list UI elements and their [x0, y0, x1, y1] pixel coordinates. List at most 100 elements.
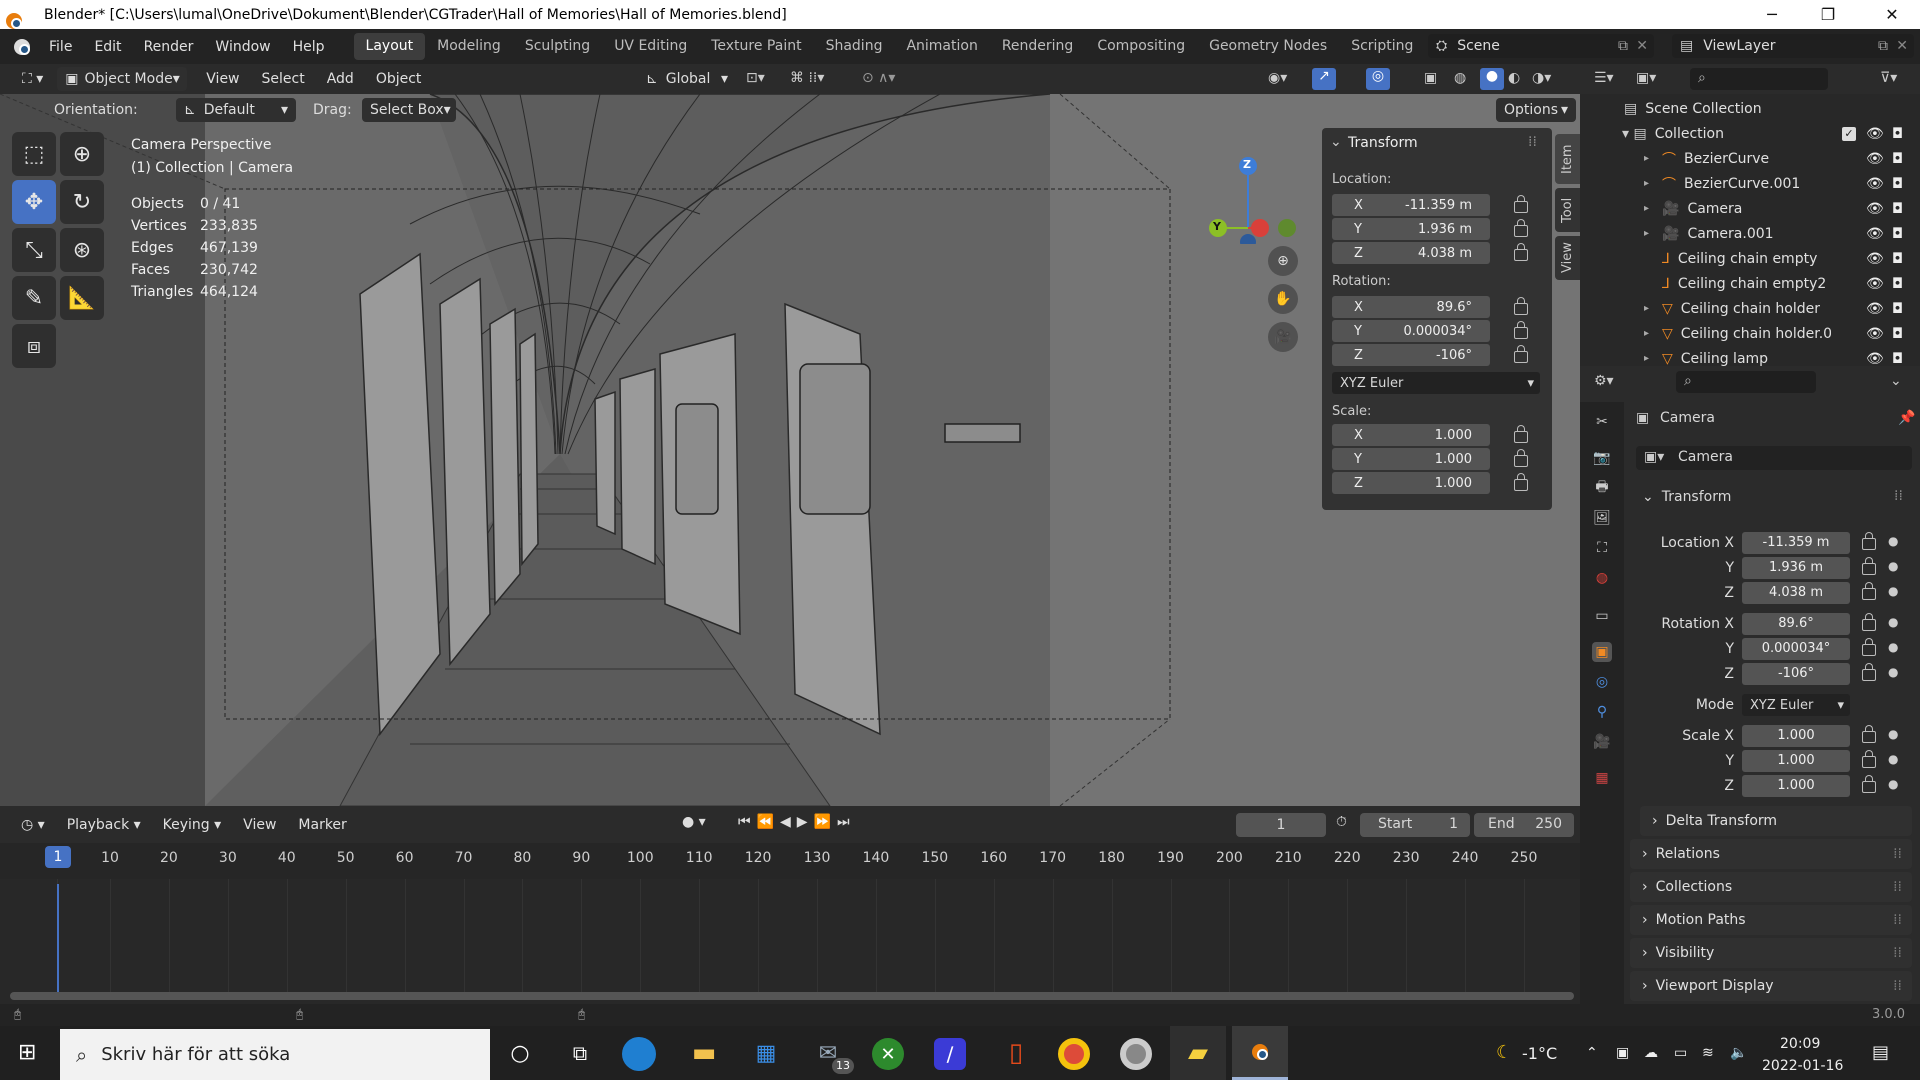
menu-help[interactable]: Help — [282, 39, 336, 55]
subsection-delta-transform[interactable]: › Delta Transform — [1640, 806, 1912, 836]
current-frame-field[interactable]: 1 — [1236, 813, 1326, 837]
outliner[interactable]: ☰▾ ▣▾ ⌕ ⊽▾ ▤ Scene Collection ▾ ▤ Collec… — [1580, 64, 1920, 367]
menu-render[interactable]: Render — [133, 39, 205, 55]
tab-geometry-nodes[interactable]: Geometry Nodes — [1197, 33, 1339, 60]
outliner-item[interactable]: ▸ ▽ Ceiling chain holder.00 👁 ◘ — [1580, 321, 1920, 346]
expand-arrow-icon[interactable]: ▸ — [1644, 328, 1658, 339]
tab-shading[interactable]: Shading — [814, 33, 895, 60]
sticky-notes-icon[interactable]: ▰ — [1170, 1026, 1226, 1080]
lock-icon[interactable] — [1514, 297, 1528, 315]
transform-tool[interactable]: ⊛ — [60, 228, 104, 272]
taskbar-search-box[interactable]: ⌕ Skriv här för att söka — [60, 1029, 490, 1080]
lock-icon[interactable] — [1514, 473, 1528, 491]
lock-icon[interactable] — [1514, 321, 1528, 339]
view-layer-tab-icon[interactable]: 🖼 — [1592, 508, 1612, 528]
keyframe-dot-icon[interactable]: ● — [1888, 559, 1898, 573]
end-frame-field[interactable]: End 250 — [1474, 813, 1574, 837]
blender-taskbar-icon[interactable] — [1232, 1026, 1288, 1080]
timeline-scrollbar[interactable] — [10, 992, 1574, 1000]
scale-x-field[interactable]: X 1.000 — [1332, 424, 1490, 446]
eye-icon[interactable]: 👁 — [1866, 226, 1884, 242]
wifi-icon[interactable]: ≋ — [1702, 1045, 1714, 1061]
tab-modeling[interactable]: Modeling — [425, 33, 513, 60]
drag-handle-icon[interactable]: ⁞⁞ — [1893, 879, 1902, 895]
remove-scene-icon[interactable]: ✕ — [1636, 38, 1648, 54]
outliner-editor-type-icon[interactable]: ☰▾ — [1594, 70, 1614, 86]
microsoft-store-icon[interactable]: ▦ — [746, 1033, 786, 1073]
prop-rotation-mode-dropdown[interactable]: XYZ Euler ▾ — [1742, 694, 1850, 716]
measure-tool[interactable]: 📐 — [60, 276, 104, 320]
office-icon[interactable]: ▯ — [996, 1033, 1036, 1073]
start-frame-field[interactable]: Start 1 — [1360, 813, 1470, 837]
select-box-tool[interactable]: ⬚ — [12, 132, 56, 176]
constraints-tab-icon[interactable]: ⚲ — [1592, 702, 1612, 722]
menu-edit[interactable]: Edit — [83, 39, 132, 55]
outliner-collection[interactable]: ▾ ▤ Collection ✓ 👁 ◘ — [1580, 121, 1920, 146]
location-z-field[interactable]: Z 4.038 m — [1332, 242, 1490, 264]
lock-icon[interactable] — [1514, 345, 1528, 363]
lock-icon[interactable] — [1862, 663, 1876, 681]
object-datablock-field[interactable]: ▣▾ Camera — [1636, 446, 1912, 470]
eye-icon[interactable]: 👁 — [1866, 201, 1884, 217]
tab-layout[interactable]: Layout — [353, 33, 426, 60]
volume-icon[interactable]: 🔈 — [1730, 1045, 1747, 1061]
properties-editor-type-icon[interactable]: ⚙▾ — [1594, 373, 1614, 389]
temperature[interactable]: -1°C — [1522, 1044, 1557, 1063]
prop-scale-z[interactable]: 1.000 — [1742, 775, 1850, 797]
physics-tab-icon[interactable]: ◎ — [1592, 672, 1612, 692]
add-cube-tool[interactable]: ⧈ — [12, 324, 56, 368]
rendered-shading-icon[interactable]: ◑▾ — [1532, 70, 1551, 86]
viewport-menu-view[interactable]: View — [195, 71, 250, 87]
lock-icon[interactable] — [1862, 613, 1876, 631]
render-camera-icon[interactable]: ◘ — [1892, 201, 1903, 217]
prop-scale-y[interactable]: 1.000 — [1742, 750, 1850, 772]
device-icon[interactable]: ▣ — [1616, 1045, 1629, 1061]
lock-icon[interactable] — [1862, 725, 1876, 743]
eye-icon[interactable]: 👁 — [1866, 301, 1884, 317]
eye-icon[interactable]: 👁 — [1866, 351, 1884, 367]
timeline-menu-marker[interactable]: Marker — [287, 817, 357, 833]
timer-icon[interactable]: ⏱ — [1336, 814, 1347, 830]
prop-location-y[interactable]: 1.936 m — [1742, 557, 1850, 579]
file-explorer-icon[interactable]: ▬ — [684, 1033, 724, 1073]
exclude-checkbox[interactable]: ✓ — [1842, 126, 1856, 141]
lock-icon[interactable] — [1862, 557, 1876, 575]
location-y-field[interactable]: Y 1.936 m — [1332, 218, 1490, 240]
lock-icon[interactable] — [1862, 638, 1876, 656]
tab-compositing[interactable]: Compositing — [1085, 33, 1197, 60]
keyframe-dot-icon[interactable]: ● — [1888, 752, 1898, 766]
timeline-editor-type-icon[interactable]: ◷ ▾ — [10, 817, 56, 833]
drag-handle-icon[interactable]: ⁞⁞ — [1528, 134, 1537, 150]
drag-handle-icon[interactable]: ⁞⁞ — [1893, 846, 1902, 862]
outliner-item[interactable]: ▸ ⌒ BezierCurve.001 👁 ◘ — [1580, 171, 1920, 196]
chrome-profile-icon[interactable] — [1120, 1038, 1152, 1070]
orientation-dropdown[interactable]: ⊾ Default ▾ — [176, 98, 296, 122]
render-camera-icon[interactable]: ◘ — [1892, 301, 1903, 317]
tab-texture-paint[interactable]: Texture Paint — [699, 33, 813, 60]
lock-icon[interactable] — [1514, 243, 1528, 261]
transform-section-header[interactable]: ⌄ Transform — [1630, 482, 1912, 512]
clock-date[interactable]: 2022-01-16 — [1762, 1058, 1843, 1074]
chrome-icon[interactable] — [1058, 1038, 1090, 1070]
outliner-search-input[interactable]: ⌕ — [1690, 68, 1828, 90]
expand-arrow-icon[interactable]: ▸ — [1644, 203, 1658, 214]
timeline-editor[interactable]: ◷ ▾ Playback ▾ Keying ▾ View Marker ● ▾ … — [0, 806, 1580, 1014]
editor-type-button[interactable]: ⛶ ▾ — [14, 67, 51, 91]
solid-shading-icon[interactable]: ● — [1480, 68, 1504, 90]
properties-editor[interactable]: ⚙▾ ⌕ ⌄ ✂ 📷 🖶 🖼 ⛶ ◍ ▭ ▣ ◎ ⚲ 🎥 ▦ ▣ Camera … — [1580, 366, 1920, 1014]
location-x-field[interactable]: X -11.359 m — [1332, 194, 1490, 216]
overlays-toggle-icon[interactable]: ◎ — [1366, 68, 1390, 90]
outliner-item[interactable]: ▸ ▽ Ceiling chain holder 👁 ◘ — [1580, 296, 1920, 321]
expand-arrow-icon[interactable]: ▸ — [1644, 178, 1658, 189]
render-camera-icon[interactable]: ◘ — [1892, 251, 1903, 267]
texture-tab-icon[interactable]: ▦ — [1592, 768, 1612, 788]
drag-handle-icon[interactable]: ⁞⁞ — [1893, 978, 1902, 994]
prop-location-z[interactable]: 4.038 m — [1742, 582, 1850, 604]
prop-rotation-x[interactable]: 89.6° — [1742, 613, 1850, 635]
collapse-chevron-icon[interactable]: ⌄ — [1330, 134, 1342, 150]
windows-start-icon[interactable]: ⊞ — [18, 1040, 36, 1065]
clock-time[interactable]: 20:09 — [1780, 1036, 1820, 1052]
weather-moon-icon[interactable]: ☾ — [1496, 1042, 1512, 1063]
render-camera-icon[interactable]: ◘ — [1892, 176, 1903, 192]
eye-icon[interactable]: 👁 — [1866, 326, 1884, 342]
